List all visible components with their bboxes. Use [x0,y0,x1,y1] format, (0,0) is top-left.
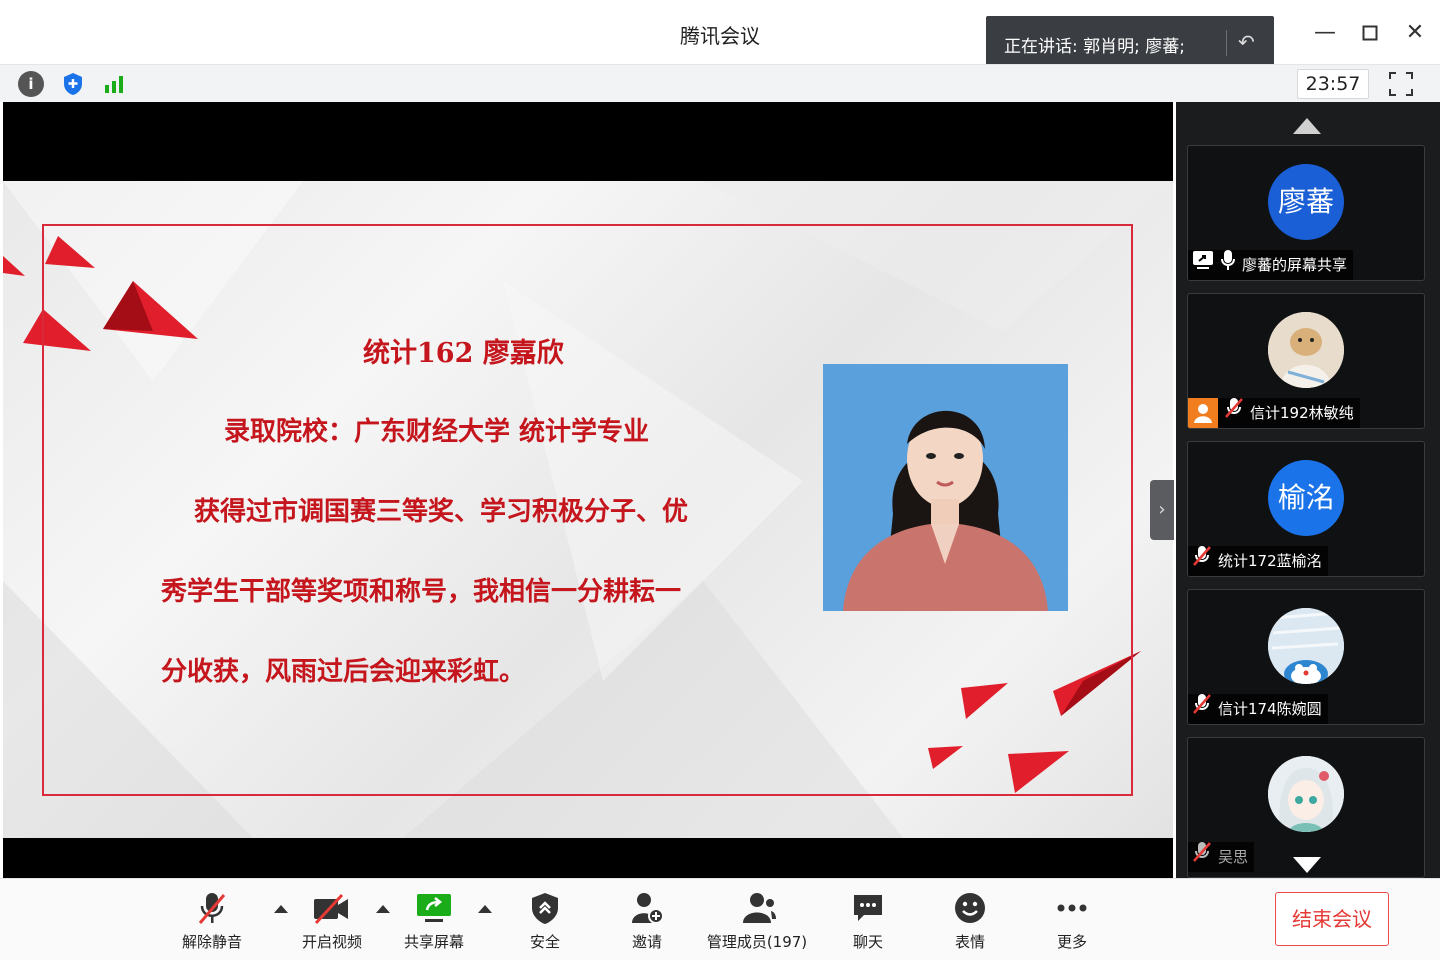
share-options-caret-icon[interactable] [478,905,492,913]
avatar: 榆洺 [1268,460,1344,536]
avatar [1268,312,1344,388]
microphone-icon [1220,249,1236,280]
participant-sidebar: 廖蕃 廖蕃的屏幕共享 信计192林敏纯 榆洺 统计172蓝榆洺 信计174陈婉圆… [1176,102,1440,878]
members-icon [743,893,776,923]
mic-muted-icon [1224,397,1244,428]
security-button[interactable]: 安全 [515,891,575,952]
invite-label: 邀请 [631,933,662,951]
shared-screen: 统计162 廖嘉欣 录取院校：广东财经大学 统计学专业 获得过市调国赛三等奖、学… [3,102,1173,878]
reply-arrow-icon[interactable]: ↶ [1238,30,1255,54]
video-options-caret-icon[interactable] [376,905,390,913]
bottom-toolbar: 解除静音 开启视频 共享屏幕 安全 邀请 管理成员(197) 聊天 表情 更多 … [0,878,1440,960]
share-screen-button[interactable]: 共享屏幕 [398,891,470,952]
manage-members-button[interactable]: 管理成员(197) [700,891,814,952]
shield-icon[interactable] [60,71,86,97]
participant-name: 信计174陈婉圆 [1218,700,1322,718]
participant-tile[interactable]: 榆洺 统计172蓝榆洺 [1187,441,1425,577]
reactions-button[interactable]: 表情 [940,891,1000,952]
unmute-button[interactable]: 解除静音 [176,891,248,952]
minimize-icon[interactable]: — [1310,18,1340,48]
screen-share-icon [1192,250,1214,280]
end-meeting-button[interactable]: 结束会议 [1275,892,1389,946]
participant-namebar: 吴思 [1188,841,1255,873]
fullscreen-icon[interactable] [1388,71,1414,97]
participant-namebar: 信计174陈婉圆 [1188,694,1328,724]
share-screen-icon [417,894,451,922]
security-label: 安全 [529,933,560,951]
participant-name: 廖蕃的屏幕共享 [1242,256,1348,274]
participant-tile[interactable]: 信计174陈婉圆 [1187,589,1425,725]
meeting-window: 腾讯会议 正在讲话: 郭肖明; 廖蕃; ↶ — ✕ i 23:57 统计162 … [0,0,1440,960]
more-label: 更多 [1056,933,1087,951]
scroll-up-icon[interactable] [1293,118,1321,134]
mic-muted-icon [1192,693,1212,724]
avatar [1268,608,1344,684]
chat-icon [854,895,882,921]
invite-button[interactable]: 邀请 [617,891,677,952]
mic-muted-icon [1192,841,1212,873]
meeting-info-bar: i 23:57 [0,64,1440,102]
participant-namebar: 信计192林敏纯 [1188,398,1360,428]
participant-tile[interactable]: 信计192林敏纯 [1187,293,1425,429]
portrait-photo [823,364,1068,611]
add-user-icon [632,893,664,924]
participant-name: 信计192林敏纯 [1250,404,1354,422]
divider [1226,30,1227,56]
presentation-slide: 统计162 廖嘉欣 录取院校：广东财经大学 统计学专业 获得过市调国赛三等奖、学… [3,181,1173,838]
shield-icon [532,893,558,924]
participant-name: 吴思 [1218,848,1249,866]
participant-tile[interactable]: 廖蕃 廖蕃的屏幕共享 [1187,145,1425,281]
more-button[interactable]: 更多 [1042,891,1102,952]
signal-icon[interactable] [102,71,128,97]
start-video-button[interactable]: 开启视频 [296,891,368,952]
slide-line-1: 录取院校：广东财经大学 统计学专业 [224,417,650,447]
title-bar: 腾讯会议 正在讲话: 郭肖明; 廖蕃; ↶ — ✕ [0,0,1440,70]
chat-button[interactable]: 聊天 [838,891,898,952]
camera-off-icon [314,893,348,925]
audio-options-caret-icon[interactable] [274,905,288,913]
scroll-down-icon[interactable] [1293,857,1321,873]
avatar: 廖蕃 [1268,164,1344,240]
close-icon[interactable]: ✕ [1400,18,1430,48]
reactions-label: 表情 [954,933,985,951]
collapse-sidebar-button[interactable]: › [1150,480,1174,540]
maximize-icon[interactable] [1355,18,1385,48]
mic-muted-icon [1192,545,1212,576]
speaking-indicator: 正在讲话: 郭肖明; 廖蕃; ↶ [986,16,1274,70]
user-icon [1188,398,1218,428]
manage-members-label: 管理成员(197) [706,933,808,951]
unmute-label: 解除静音 [181,933,242,951]
slide-line-2: 获得过市调国赛三等奖、学习积极分子、优 [194,497,689,527]
chat-label: 聊天 [852,933,883,951]
avatar [1268,756,1344,832]
participant-namebar: 廖蕃的屏幕共享 [1188,249,1354,280]
info-icon[interactable]: i [18,71,44,97]
mic-muted-icon [198,893,226,924]
more-icon [1057,904,1087,912]
share-screen-label: 共享屏幕 [403,933,464,951]
slide-line-3: 秀学生干部等奖项和称号，我相信一分耕耘一 [161,577,682,607]
speaking-label: 正在讲话: 郭肖明; 廖蕃; [1004,37,1185,57]
meeting-timer: 23:57 [1297,69,1369,99]
slide-heading: 统计162 廖嘉欣 [363,338,564,369]
participant-namebar: 统计172蓝榆洺 [1188,546,1328,576]
slide-line-4: 分收获，风雨过后会迎来彩虹。 [161,657,526,687]
smiley-icon [955,893,985,923]
participant-name: 统计172蓝榆洺 [1218,552,1322,570]
start-video-label: 开启视频 [301,933,362,951]
